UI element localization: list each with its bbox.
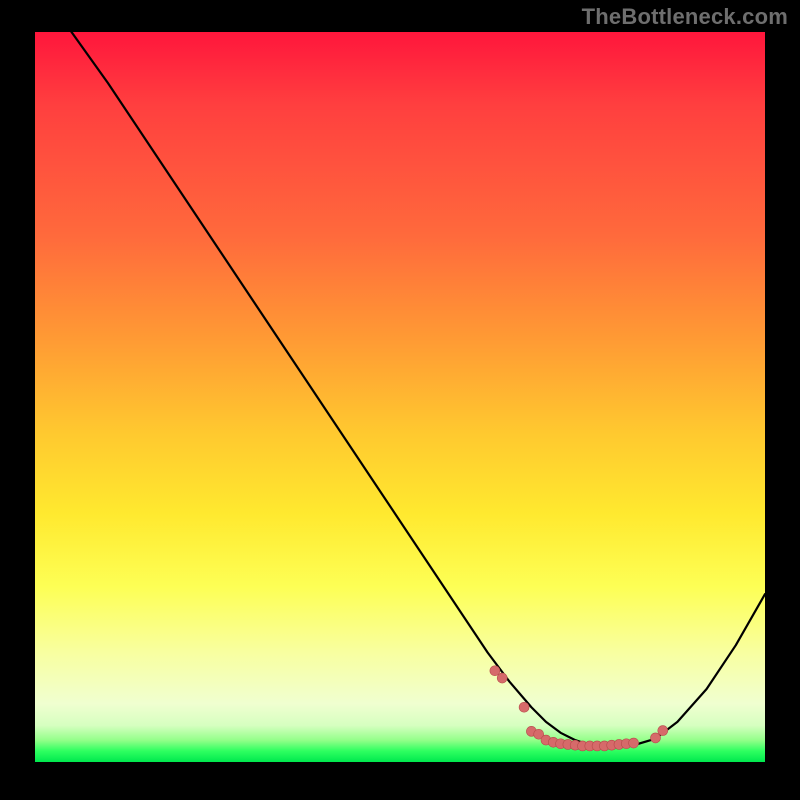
chart-container: TheBottleneck.com bbox=[0, 0, 800, 800]
bottom-dot bbox=[629, 738, 639, 748]
bottom-dots-group bbox=[490, 666, 668, 751]
bottom-dot bbox=[658, 726, 668, 736]
plot-area bbox=[35, 32, 765, 762]
bottom-dot bbox=[490, 666, 500, 676]
bottom-dot bbox=[497, 673, 507, 683]
watermark-text: TheBottleneck.com bbox=[582, 4, 788, 30]
curve-svg bbox=[35, 32, 765, 762]
bottleneck-curve bbox=[72, 32, 766, 747]
bottom-dot bbox=[519, 702, 529, 712]
bottom-dot bbox=[651, 733, 661, 743]
